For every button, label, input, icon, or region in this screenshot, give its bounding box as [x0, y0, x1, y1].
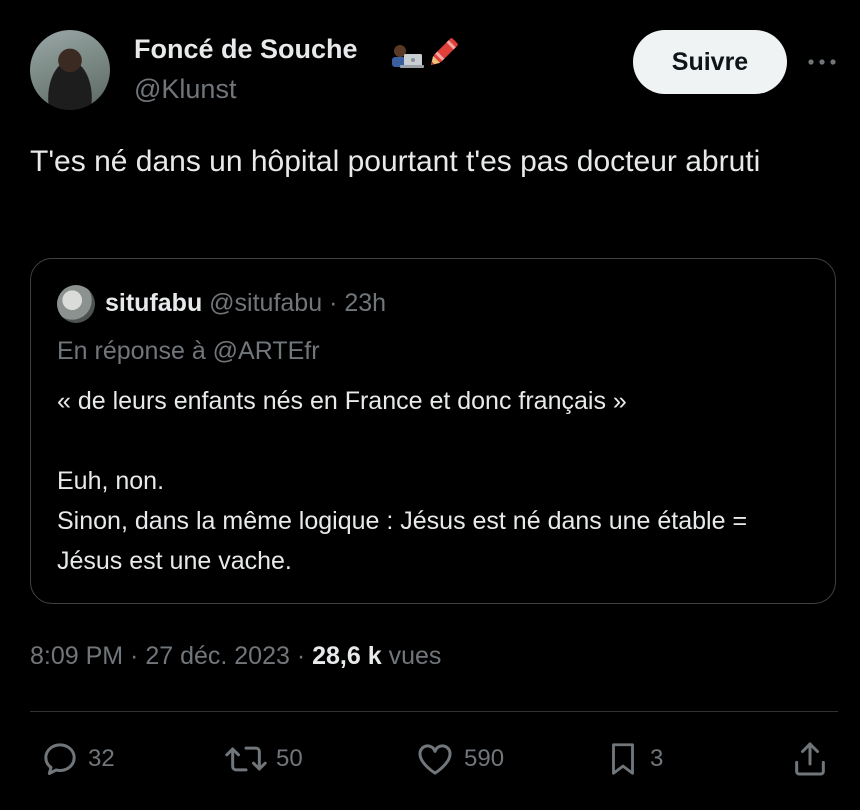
- retweet-button[interactable]: 50: [224, 736, 303, 782]
- bookmark-icon: [612, 743, 634, 775]
- reply-count: 32: [88, 745, 115, 772]
- follow-button[interactable]: Suivre: [633, 30, 787, 94]
- crayon-pencil-icon: [430, 38, 458, 66]
- quoted-tweet-text: « de leurs enfants nés en France et donc…: [57, 381, 817, 581]
- more-horizontal-icon: [808, 59, 836, 65]
- reply-icon: [44, 743, 76, 775]
- share-button[interactable]: [790, 736, 830, 782]
- divider: [30, 711, 838, 712]
- separator-dot: ·: [123, 642, 146, 670]
- tweet-date[interactable]: 27 déc. 2023: [145, 642, 290, 670]
- retweet-count: 50: [276, 745, 303, 772]
- quoted-text-line: « de leurs enfants nés en France et donc…: [57, 387, 627, 415]
- retweet-icon: [225, 746, 267, 772]
- technologist-laptop-icon: [392, 45, 424, 68]
- quoted-author-avatar[interactable]: [57, 285, 95, 323]
- quoted-text-line: Sinon, dans la même logique : Jésus est …: [57, 507, 748, 575]
- views-count: 28,6 k: [312, 642, 382, 670]
- like-count: 590: [464, 745, 505, 772]
- author-name[interactable]: Foncé de Souche: [134, 34, 358, 65]
- quoted-author-handle[interactable]: @situfabu: [209, 289, 322, 317]
- bookmark-count: 3: [650, 745, 664, 772]
- quoted-reply-context: En réponse à @ARTEfr: [57, 337, 320, 365]
- author-handle[interactable]: @Klunst: [134, 74, 236, 105]
- tweet-text: T'es né dans un hôpital pourtant t'es pa…: [30, 145, 761, 178]
- quoted-text-line: Euh, non.: [57, 467, 165, 495]
- author-avatar[interactable]: [30, 30, 110, 110]
- quoted-tweet-header: situfabu @situfabu · 23h: [105, 289, 386, 318]
- tweet-meta: 8:09 PM · 27 déc. 2023 · 28,6 k vues: [30, 642, 441, 671]
- quoted-tweet-time[interactable]: 23h: [344, 289, 386, 317]
- views-label: vues: [381, 642, 442, 670]
- bookmark-button[interactable]: 3: [604, 736, 663, 782]
- reply-button[interactable]: 32: [40, 736, 115, 782]
- separator-dot: ·: [289, 642, 313, 670]
- tweet-time[interactable]: 8:09 PM: [30, 642, 123, 670]
- quoted-tweet[interactable]: situfabu @situfabu · 23h En réponse à @A…: [30, 258, 836, 604]
- quoted-author-name[interactable]: situfabu: [105, 289, 202, 317]
- tweet-detail: Foncé de Souche @Klunst Suivre T'es né d…: [0, 0, 860, 810]
- like-button[interactable]: 590: [414, 736, 504, 782]
- separator-dot: ·: [322, 289, 345, 317]
- share-icon: [795, 742, 825, 776]
- more-options-button[interactable]: [804, 44, 840, 80]
- heart-icon: [418, 744, 452, 775]
